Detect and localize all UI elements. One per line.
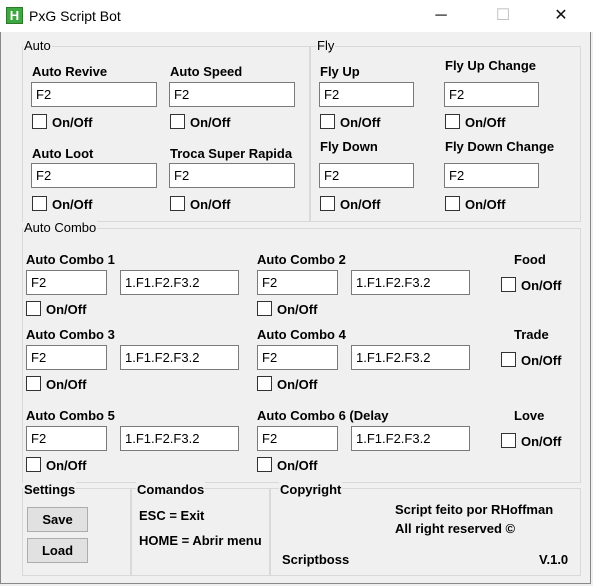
fly-down-change-toggle-label: On/Off — [465, 197, 506, 212]
fly-up-label: Fly Up — [320, 64, 360, 79]
trade-toggle-label: On/Off — [521, 353, 562, 368]
auto-combo-3-label: Auto Combo 3 — [26, 327, 115, 342]
auto-combo-4-sequence-input[interactable] — [351, 345, 470, 370]
app-icon: H — [6, 7, 23, 24]
food-toggle-label: On/Off — [521, 278, 562, 293]
auto-combo-1-checkbox[interactable] — [26, 301, 41, 316]
auto-combo-2-key-input[interactable] — [257, 270, 338, 295]
auto-speed-toggle-label: On/Off — [190, 115, 231, 130]
version-text: V.1.0 — [539, 552, 569, 567]
auto-loot-checkbox[interactable] — [32, 196, 47, 211]
auto-combo-1-sequence-input[interactable] — [120, 270, 239, 295]
troca-super-rapida-checkbox[interactable] — [170, 196, 185, 211]
auto-speed-input[interactable] — [169, 82, 295, 107]
auto-combo-2-label: Auto Combo 2 — [257, 252, 346, 267]
auto-combo-group-label: Auto Combo — [23, 220, 98, 235]
auto-combo-6-key-input[interactable] — [257, 426, 338, 451]
fly-down-change-checkbox[interactable] — [445, 196, 460, 211]
fly-up-change-toggle-label: On/Off — [465, 115, 506, 130]
fly-down-input[interactable] — [319, 163, 414, 188]
auto-group-label: Auto — [23, 38, 52, 53]
auto-combo-2-toggle-label: On/Off — [277, 302, 318, 317]
fly-down-change-label: Fly Down Change — [445, 139, 555, 154]
fly-up-checkbox[interactable] — [320, 114, 335, 129]
fly-group-label: Fly — [316, 38, 336, 53]
auto-combo-5-checkbox[interactable] — [26, 457, 41, 472]
minimize-button[interactable]: ─ — [418, 0, 464, 32]
auto-combo-4-checkbox[interactable] — [257, 376, 272, 391]
esc-command-text: ESC = Exit — [139, 508, 205, 523]
comandos-group — [131, 488, 270, 576]
trade-label: Trade — [514, 327, 549, 342]
auto-combo-1-toggle-label: On/Off — [46, 302, 87, 317]
auto-combo-3-key-input[interactable] — [26, 345, 107, 370]
comandos-group-label: Comandos — [136, 482, 206, 497]
settings-group-label: Settings — [23, 482, 77, 497]
troca-super-rapida-input[interactable] — [169, 163, 295, 188]
auto-combo-2-sequence-input[interactable] — [351, 270, 470, 295]
home-command-text: HOME = Abrir menu — [139, 533, 262, 548]
fly-down-label: Fly Down — [320, 139, 378, 154]
troca-super-rapida-label: Troca Super Rapida — [170, 146, 293, 161]
auto-combo-5-label: Auto Combo 5 — [26, 408, 115, 423]
auto-combo-3-checkbox[interactable] — [26, 376, 41, 391]
auto-combo-5-toggle-label: On/Off — [46, 458, 87, 473]
auto-combo-4-toggle-label: On/Off — [277, 377, 318, 392]
window-title: PxG Script Bot — [29, 8, 121, 24]
auto-revive-toggle-label: On/Off — [52, 115, 93, 130]
copyright-group-label: Copyright — [279, 482, 343, 497]
trade-checkbox[interactable] — [501, 352, 516, 367]
love-toggle-label: On/Off — [521, 434, 562, 449]
auto-speed-checkbox[interactable] — [170, 114, 185, 129]
maximize-button: ☐ — [495, 7, 511, 24]
auto-revive-input[interactable] — [31, 82, 157, 107]
auto-loot-input[interactable] — [31, 163, 157, 188]
fly-down-checkbox[interactable] — [320, 196, 335, 211]
auto-combo-5-key-input[interactable] — [26, 426, 107, 451]
author-text: Script feito por RHoffman — [395, 502, 554, 517]
save-button[interactable]: Save — [27, 507, 88, 532]
fly-up-input[interactable] — [319, 82, 414, 107]
food-checkbox[interactable] — [501, 277, 516, 292]
rights-text: All right reserved © — [395, 521, 516, 536]
auto-combo-3-toggle-label: On/Off — [46, 377, 87, 392]
auto-combo-1-key-input[interactable] — [26, 270, 107, 295]
auto-combo-6-sequence-input[interactable] — [351, 426, 470, 451]
fly-up-toggle-label: On/Off — [340, 115, 381, 130]
load-button[interactable]: Load — [27, 538, 88, 563]
auto-combo-6-toggle-label: On/Off — [277, 458, 318, 473]
auto-revive-label: Auto Revive — [32, 64, 108, 79]
fly-up-change-input[interactable] — [444, 82, 539, 107]
love-label: Love — [514, 408, 545, 423]
auto-combo-4-label: Auto Combo 4 — [257, 327, 346, 342]
auto-combo-6-label: Auto Combo 6 (Delay — [257, 408, 389, 423]
fly-down-change-input[interactable] — [444, 163, 539, 188]
close-button[interactable]: ✕ — [538, 0, 584, 32]
auto-combo-6-checkbox[interactable] — [257, 457, 272, 472]
love-checkbox[interactable] — [501, 433, 516, 448]
auto-combo-5-sequence-input[interactable] — [120, 426, 239, 451]
fly-up-change-checkbox[interactable] — [445, 114, 460, 129]
troca-super-rapida-toggle-label: On/Off — [190, 197, 231, 212]
fly-up-change-label: Fly Up Change — [445, 58, 537, 73]
auto-speed-label: Auto Speed — [170, 64, 243, 79]
auto-loot-toggle-label: On/Off — [52, 197, 93, 212]
auto-loot-label: Auto Loot — [32, 146, 94, 161]
brand-text: Scriptboss — [282, 552, 350, 567]
auto-combo-2-checkbox[interactable] — [257, 301, 272, 316]
fly-down-toggle-label: On/Off — [340, 197, 381, 212]
auto-combo-4-key-input[interactable] — [257, 345, 338, 370]
food-label: Food — [514, 252, 546, 267]
auto-combo-3-sequence-input[interactable] — [120, 345, 239, 370]
auto-combo-1-label: Auto Combo 1 — [26, 252, 115, 267]
auto-revive-checkbox[interactable] — [32, 114, 47, 129]
